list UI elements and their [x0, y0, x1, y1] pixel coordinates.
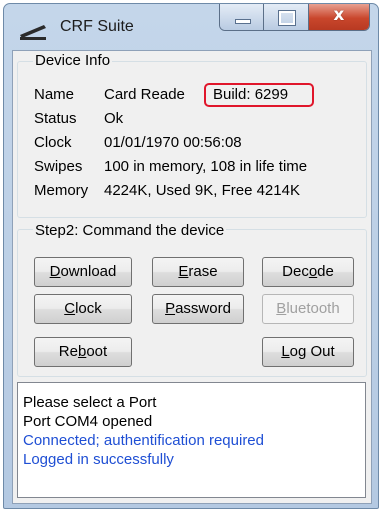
bluetooth-mnemonic: B: [276, 300, 287, 317]
erase-button[interactable]: Erase: [152, 257, 244, 287]
decode-button[interactable]: Decode: [262, 257, 354, 287]
log-line: Please select a Port: [23, 394, 157, 411]
client-area: Device Info Name Card Reade Build: 6299 …: [12, 50, 372, 504]
caption-buttons: x: [219, 4, 370, 31]
download-button[interactable]: Download: [34, 257, 132, 287]
close-icon: x: [333, 5, 345, 25]
logout-mnemonic: L: [281, 343, 290, 360]
maximize-icon: [278, 10, 297, 26]
device-info-legend: Device Info: [33, 52, 113, 69]
password-button[interactable]: Password: [152, 294, 244, 324]
swipes-label: Swipes: [34, 158, 83, 175]
erase-label: rase: [188, 263, 218, 280]
log-output[interactable]: Please select a Port Port COM4 opened Co…: [17, 382, 366, 498]
minimize-icon: [235, 19, 251, 24]
swipes-value: 100 in memory, 108 in life time: [104, 158, 308, 175]
download-label: ownload: [60, 263, 117, 280]
minimize-button[interactable]: [220, 4, 265, 30]
download-mnemonic: D: [49, 263, 61, 280]
erase-mnemonic: E: [178, 263, 189, 280]
app-icon: [20, 25, 46, 40]
status-value: Ok: [104, 110, 124, 127]
decode-label: de: [317, 263, 334, 280]
clock-value: 01/01/1970 00:56:08: [104, 134, 242, 151]
maximize-button[interactable]: [264, 4, 309, 30]
decode-mnemonic: o: [308, 263, 318, 280]
build-number: Build: 6299: [213, 86, 289, 103]
password-label: assword: [175, 300, 231, 317]
decode-label-pre: Dec: [282, 263, 309, 280]
clock-mnemonic: C: [64, 300, 76, 317]
close-button[interactable]: x: [308, 4, 369, 30]
log-line: Port COM4 opened: [23, 413, 153, 430]
command-legend: Step2: Command the device: [33, 222, 227, 239]
logout-label: og Out: [289, 343, 335, 360]
memory-label: Memory: [34, 182, 89, 199]
reboot-label-pre: Re: [58, 343, 78, 360]
bluetooth-button: Bluetooth: [262, 294, 354, 324]
window-title: CRF Suite: [60, 18, 134, 35]
memory-value: 4224K, Used 9K, Free 4214K: [104, 182, 300, 199]
log-line: Logged in successfully: [23, 451, 174, 468]
name-label: Name: [34, 86, 75, 103]
title-bar[interactable]: CRF Suite x: [4, 4, 378, 50]
reboot-button[interactable]: Reboot: [34, 337, 132, 367]
logout-button[interactable]: Log Out: [262, 337, 354, 367]
reboot-label: oot: [86, 343, 108, 360]
password-mnemonic: P: [165, 300, 176, 317]
log-line: Connected; authentification required: [23, 432, 264, 449]
clock-button[interactable]: Clock: [34, 294, 132, 324]
clock-label: Clock: [34, 134, 72, 151]
status-label: Status: [34, 110, 77, 127]
app-window: CRF Suite x Device Info Name Card Reade …: [3, 3, 379, 509]
bluetooth-label: luetooth: [286, 300, 340, 317]
name-value: Card Reade: [104, 86, 185, 103]
clock-button-label: lock: [75, 300, 102, 317]
